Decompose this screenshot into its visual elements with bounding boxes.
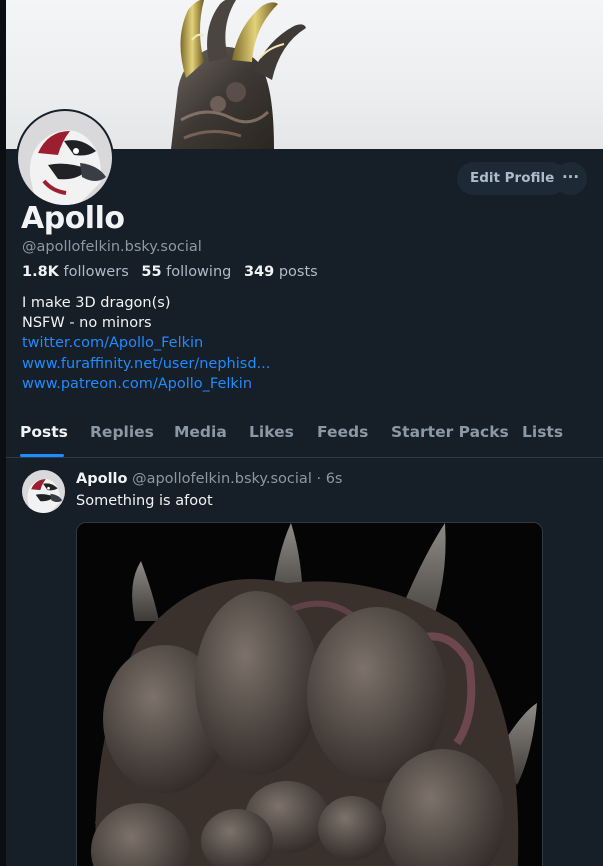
avatar-dragon-icon: [22, 470, 65, 513]
followers-stat[interactable]: 1.8K followers: [22, 264, 129, 280]
posts-stat: 349 posts: [244, 264, 318, 280]
post-header: Apollo @apollofelkin.bsky.social · 6s: [76, 471, 342, 487]
active-tab-indicator: [20, 454, 64, 457]
left-sidebar-edge: [0, 0, 6, 866]
bio-line: I make 3D dragon(s): [22, 295, 171, 311]
post-author-name[interactable]: Apollo: [76, 471, 127, 487]
edit-profile-button[interactable]: Edit Profile: [457, 162, 568, 195]
profile-avatar[interactable]: [16, 109, 114, 207]
followers-count: 1.8K: [22, 264, 59, 280]
following-stat[interactable]: 55 following: [141, 264, 231, 280]
bio-link-patreon[interactable]: www.patreon.com/Apollo_Felkin: [22, 374, 270, 394]
post-author-avatar[interactable]: [22, 470, 65, 513]
post-timestamp[interactable]: 6s: [326, 471, 343, 487]
profile-page: Edit Profile ··· Apollo @apollofelkin.bs…: [6, 0, 603, 866]
bio-link-furaffinity[interactable]: www.furaffinity.net/user/nephisd...: [22, 354, 270, 374]
bio-line: NSFW - no minors: [22, 315, 152, 332]
posts-label: posts: [278, 264, 318, 280]
tab-replies[interactable]: Replies: [90, 423, 154, 441]
tab-feeds[interactable]: Feeds: [317, 423, 368, 441]
post-separator: ·: [316, 471, 322, 487]
post-image[interactable]: [76, 522, 543, 866]
bio-link-twitter[interactable]: twitter.com/Apollo_Felkin: [22, 333, 270, 353]
following-label: following: [166, 264, 232, 280]
profile-tabs: Posts Replies Media Likes Feeds Starter …: [6, 412, 603, 458]
avatar-dragon-icon: [18, 111, 112, 205]
profile-stats: 1.8K followers 55 following 349 posts: [22, 264, 326, 280]
profile-handle: @apollofelkin.bsky.social: [22, 239, 202, 255]
tab-posts[interactable]: Posts: [20, 423, 68, 441]
post-text: Something is afoot: [76, 493, 213, 509]
tab-likes[interactable]: Likes: [249, 423, 294, 441]
tab-lists[interactable]: Lists: [522, 423, 563, 441]
more-options-button[interactable]: ···: [554, 162, 587, 195]
post-author-handle[interactable]: @apollofelkin.bsky.social: [132, 471, 312, 487]
followers-label: followers: [63, 264, 129, 280]
profile-bio: I make 3D dragon(s) NSFW - no minors twi…: [22, 293, 270, 394]
tab-media[interactable]: Media: [174, 423, 227, 441]
tab-starter-packs[interactable]: Starter Packs: [391, 423, 509, 441]
following-count: 55: [141, 264, 162, 280]
posts-count: 349: [243, 264, 275, 280]
dragon-foot-image: [77, 523, 542, 866]
ellipsis-icon: ···: [561, 168, 580, 186]
